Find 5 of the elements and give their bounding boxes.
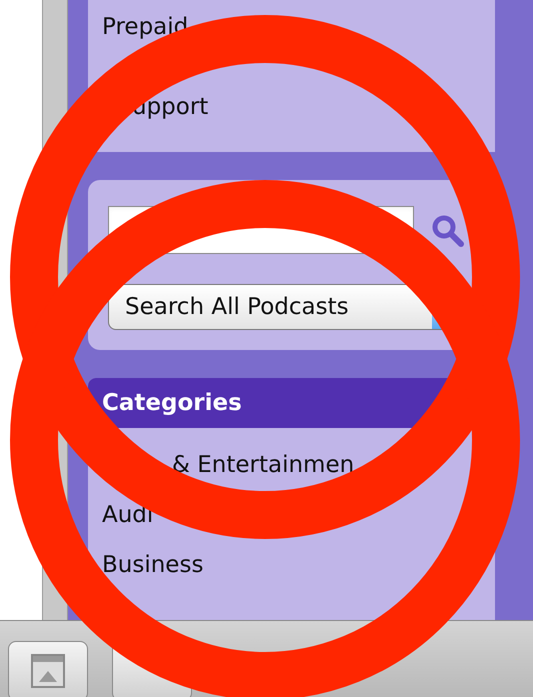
search-icon[interactable]	[430, 213, 464, 247]
category-link[interactable]: & Entertainmen	[172, 440, 354, 490]
artwork-icon	[31, 654, 65, 688]
category-link[interactable]: Business	[102, 540, 204, 590]
artwork-toggle-button[interactable]	[8, 641, 88, 697]
